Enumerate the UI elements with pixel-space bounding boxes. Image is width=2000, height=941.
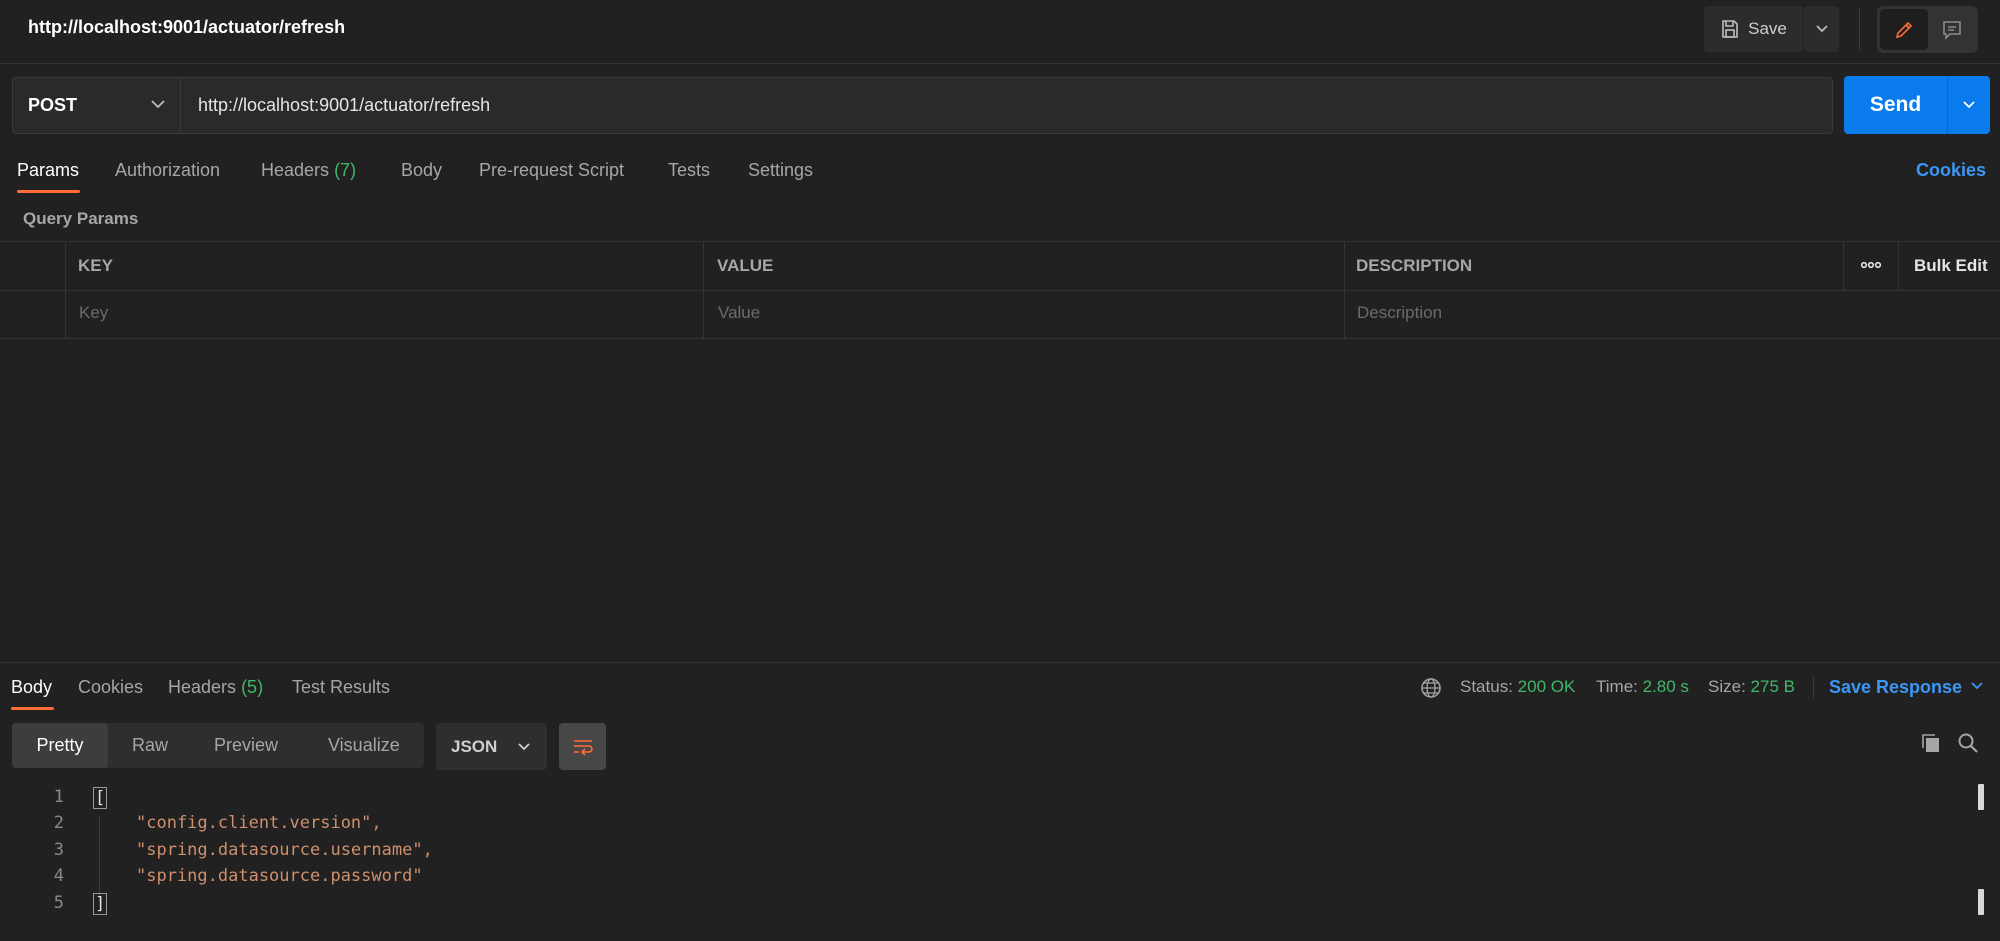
wrap-lines-button[interactable] — [559, 723, 606, 770]
send-button[interactable]: Send — [1844, 76, 1947, 134]
line-number: 4 — [53, 866, 64, 886]
save-options-button[interactable] — [1804, 6, 1839, 52]
header-divider — [1859, 8, 1860, 50]
code-open-bracket: [ — [93, 787, 108, 809]
table-border-bottom — [0, 338, 2000, 339]
comment-icon — [1941, 19, 1963, 41]
request-title[interactable]: http://localhost:9001/actuator/refresh — [28, 17, 345, 38]
url-input[interactable] — [182, 78, 1832, 133]
save-response-button[interactable]: Save Response — [1829, 677, 1962, 698]
header-divider-line — [0, 63, 2000, 64]
tab-params[interactable]: Params — [17, 160, 79, 181]
active-tab-indicator — [17, 190, 80, 193]
table-border-mid — [0, 290, 2000, 291]
line-number: 5 — [53, 893, 64, 913]
code-line: "spring.datasource.password" — [136, 866, 423, 886]
response-tab-headers[interactable]: Headers (5) — [168, 677, 263, 698]
chevron-down-icon[interactable] — [1970, 681, 1984, 691]
comments-button[interactable] — [1928, 9, 1975, 50]
status-value: 200 OK — [1517, 677, 1576, 696]
tab-headers-label: Headers — [261, 160, 330, 180]
time-label: Time: — [1596, 677, 1638, 696]
edit-mode-button[interactable] — [1880, 9, 1928, 50]
status-label: Status: — [1460, 677, 1513, 696]
send-label: Send — [1869, 93, 1922, 116]
code-close-bracket: ] — [93, 893, 108, 915]
status-readout: Status: 200 OK — [1460, 677, 1575, 697]
headers-count-badge: (7) — [334, 160, 357, 180]
table-column-divider — [1843, 241, 1844, 290]
scrollbar-marker[interactable] — [1978, 889, 1984, 915]
indent-guide — [99, 816, 100, 902]
time-readout: Time: 2.80 s — [1596, 677, 1689, 697]
language-select[interactable]: JSON — [436, 723, 547, 770]
tab-pre-request-script[interactable]: Pre-request Script — [479, 160, 624, 181]
response-tab-cookies[interactable]: Cookies — [78, 677, 143, 698]
tab-body[interactable]: Body — [401, 160, 442, 181]
time-value: 2.80 s — [1642, 677, 1689, 696]
column-header-description: DESCRIPTION — [1356, 256, 1473, 275]
size-readout: Size: 275 B — [1708, 677, 1795, 697]
table-border-top — [0, 241, 2000, 242]
search-icon[interactable] — [1957, 732, 1979, 754]
chevron-down-icon — [1815, 24, 1829, 34]
code-line: "spring.datasource.username", — [136, 840, 433, 860]
language-label: JSON — [451, 736, 498, 756]
bulk-edit-button[interactable]: Bulk Edit — [1914, 256, 1988, 276]
column-header-key: KEY — [78, 256, 113, 275]
wrap-lines-icon — [571, 737, 595, 757]
view-tab-visualize[interactable]: Visualize — [328, 723, 400, 768]
save-icon — [1720, 19, 1740, 39]
table-column-divider — [65, 241, 66, 338]
active-response-tab-indicator — [11, 707, 54, 710]
value-field[interactable]: Value — [718, 303, 760, 323]
save-label: Save — [1748, 19, 1787, 38]
tab-authorization[interactable]: Authorization — [115, 160, 220, 181]
line-number: 2 — [53, 813, 64, 833]
stats-divider — [1813, 676, 1814, 698]
table-column-divider — [1344, 241, 1345, 338]
cookies-link[interactable]: Cookies — [1916, 160, 1986, 181]
description-field[interactable]: Description — [1357, 303, 1442, 323]
key-field[interactable]: Key — [79, 303, 108, 323]
line-number: 3 — [53, 840, 64, 860]
copy-icon[interactable] — [1920, 732, 1942, 754]
more-horizontal-icon[interactable] — [1860, 257, 1882, 273]
scrollbar-marker[interactable] — [1978, 784, 1984, 810]
size-value: 275 B — [1750, 677, 1795, 696]
tab-settings[interactable]: Settings — [748, 160, 813, 181]
size-label: Size: — [1708, 677, 1746, 696]
view-tab-raw[interactable]: Raw — [132, 723, 168, 768]
chevron-down-icon — [150, 98, 166, 110]
send-options-button[interactable] — [1947, 76, 1990, 134]
response-tab-test-results[interactable]: Test Results — [292, 677, 390, 698]
response-divider[interactable] — [0, 662, 2000, 663]
tab-tests[interactable]: Tests — [668, 160, 710, 181]
chevron-down-icon — [517, 742, 531, 752]
line-number: 1 — [53, 787, 64, 807]
code-line: "config.client.version", — [136, 813, 382, 833]
globe-icon[interactable] — [1420, 677, 1442, 699]
save-button[interactable]: Save — [1704, 6, 1803, 52]
column-header-value: VALUE — [717, 256, 774, 275]
tab-headers[interactable]: Headers (7) — [261, 160, 356, 181]
response-headers-count-badge: (5) — [241, 677, 264, 697]
table-column-divider — [703, 241, 704, 338]
view-tab-pretty[interactable]: Pretty — [12, 723, 108, 768]
table-column-divider — [1898, 241, 1899, 290]
query-params-title: Query Params — [23, 209, 139, 228]
response-tab-headers-label: Headers — [168, 677, 237, 697]
chevron-down-icon — [1962, 100, 1976, 110]
response-tab-body[interactable]: Body — [11, 677, 52, 698]
method-label: POST — [28, 95, 78, 115]
pencil-icon — [1893, 19, 1915, 41]
view-tab-preview[interactable]: Preview — [214, 723, 278, 768]
